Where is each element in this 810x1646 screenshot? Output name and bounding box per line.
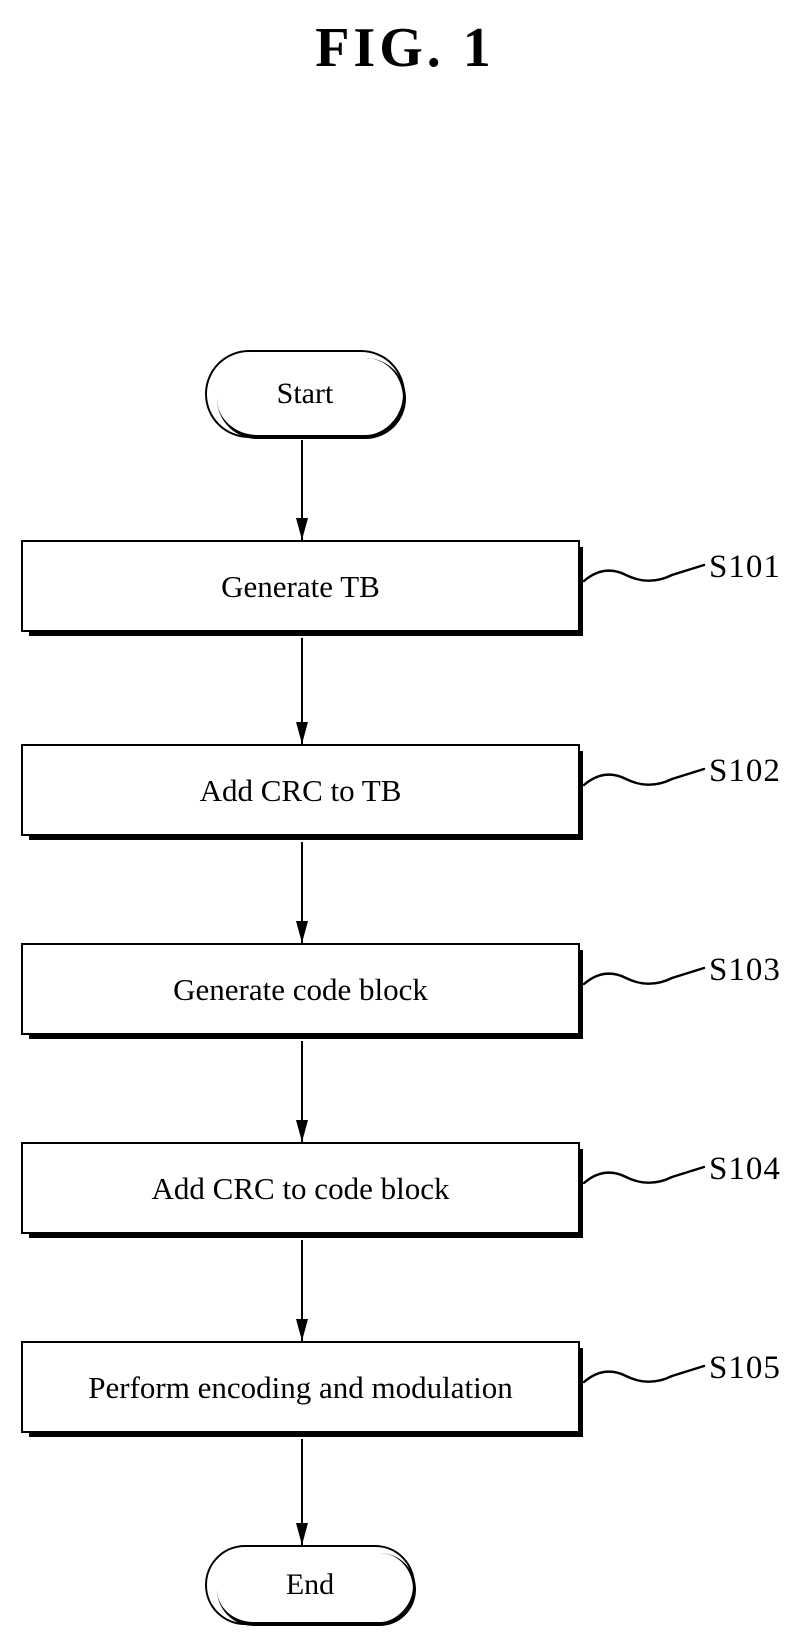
leader-line-step1: [582, 555, 707, 595]
flow-node-start-label: Start: [276, 377, 334, 410]
leader-line-step3: [582, 958, 707, 998]
arrowhead-down-icon: [296, 1319, 308, 1341]
step-reference-step4: S104: [709, 1151, 781, 1187]
leader-line-step2: [582, 759, 707, 799]
flow-node-start: Start: [205, 350, 406, 439]
flow-node-step5: Perform encoding and modulation: [21, 1341, 583, 1437]
flow-node-end-label: End: [285, 1568, 335, 1601]
flow-node-step4: Add CRC to code block: [21, 1142, 583, 1238]
connector-step5-to-end: [296, 1439, 308, 1545]
step-reference-step2: S102: [709, 753, 781, 789]
connector-step2-to-step3: [296, 842, 308, 943]
leader-line-step5: [582, 1356, 707, 1396]
arrowhead-down-icon: [296, 518, 308, 540]
flow-node-step5-label: Perform encoding and modulation: [88, 1369, 513, 1405]
step-reference-step5: S105: [709, 1350, 781, 1386]
connector-step3-to-step4: [296, 1041, 308, 1142]
connector-start-to-step1: [296, 440, 308, 540]
figure-title: FIG. 1: [315, 17, 495, 79]
flow-node-step1-label: Generate TB: [221, 568, 380, 604]
flow-node-step1: Generate TB: [21, 540, 583, 636]
flow-node-end: End: [205, 1545, 416, 1626]
flow-node-step4-label: Add CRC to code block: [151, 1170, 450, 1206]
arrowhead-down-icon: [296, 1523, 308, 1545]
step-reference-step1: S101: [709, 549, 781, 585]
step-reference-step3: S103: [709, 952, 781, 988]
leader-line-step4: [582, 1157, 707, 1197]
connector-step1-to-step2: [296, 638, 308, 744]
flow-node-step3-label: Generate code block: [173, 971, 428, 1007]
flow-node-step2-label: Add CRC to TB: [199, 772, 402, 808]
connector-step4-to-step5: [296, 1240, 308, 1341]
figure-page: FIG. 1 Start Generate TB S101 Add CRC to…: [0, 0, 810, 1646]
flow-node-step2: Add CRC to TB: [21, 744, 583, 840]
arrowhead-down-icon: [296, 722, 308, 744]
flow-node-step3: Generate code block: [21, 943, 583, 1039]
arrowhead-down-icon: [296, 1120, 308, 1142]
arrowhead-down-icon: [296, 921, 308, 943]
